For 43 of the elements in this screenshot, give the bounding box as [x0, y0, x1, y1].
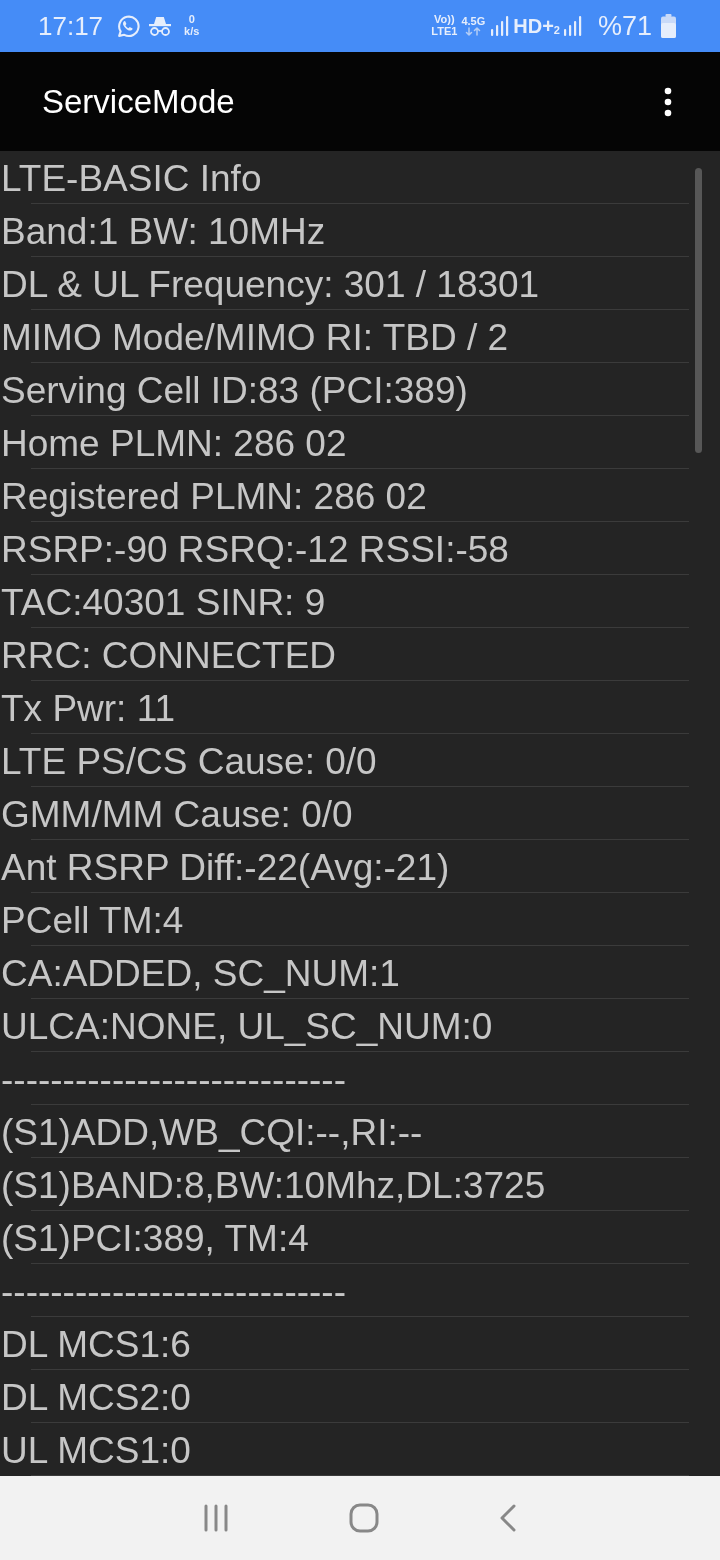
volte-indicator: Vo)) — [434, 14, 455, 26]
battery-icon — [661, 14, 676, 38]
info-text: CA:ADDED, SC_NUM:1 — [0, 952, 400, 996]
recent-apps-button[interactable] — [203, 1504, 229, 1532]
info-text: ---------------------------- — [0, 1270, 346, 1314]
info-text: Registered PLMN: 286 02 — [0, 475, 427, 519]
info-text: Home PLMN: 286 02 — [0, 422, 347, 466]
info-text: MIMO Mode/MIMO RI: TBD / 2 — [0, 316, 509, 360]
info-text: ULCA:NONE, UL_SC_NUM:0 — [0, 1005, 493, 1049]
info-text: ---------------------------- — [0, 1058, 346, 1102]
home-button[interactable] — [349, 1503, 379, 1533]
data-arrows-icon — [465, 27, 482, 37]
info-text: DL & UL Frequency: 301 / 18301 — [0, 263, 540, 307]
info-text: Serving Cell ID:83 (PCI:389) — [0, 369, 468, 413]
lte-indicator: LTE1 — [431, 26, 458, 38]
battery-percent: %71 — [597, 12, 652, 40]
info-text: Tx Pwr: 11 — [0, 687, 176, 731]
info-text: DL MCS1:6 — [0, 1323, 191, 1367]
signal-icon — [563, 16, 582, 36]
back-button[interactable] — [499, 1504, 517, 1532]
clock-time: 17:17 — [38, 13, 104, 39]
net-speed-unit: k/s — [184, 26, 200, 38]
info-text: DL MCS2:0 — [0, 1376, 191, 1420]
more-options-icon — [664, 86, 672, 117]
info-text: LTE-BASIC Info — [0, 157, 262, 201]
info-text: (S1)BAND:8,BW:10Mhz,DL:3725 — [0, 1164, 546, 1208]
info-text: TAC:40301 SINR: 9 — [0, 581, 326, 625]
signal-icon — [491, 16, 510, 36]
chat-bubble-icon — [115, 13, 141, 39]
info-text: RSRP:-90 RSRQ:-12 RSSI:-58 — [0, 528, 509, 572]
info-text: Ant RSRP Diff:-22(Avg:-21) — [0, 846, 450, 890]
hat-glasses-icon — [148, 15, 173, 37]
info-text: LTE PS/CS Cause: 0/0 — [0, 740, 377, 784]
app-title: ServiceMode — [42, 81, 235, 122]
info-text: PCell TM:4 — [0, 899, 184, 943]
info-text: UL MCS1:0 — [0, 1429, 191, 1473]
info-text: GMM/MM Cause: 0/0 — [0, 793, 353, 837]
info-text: (S1)PCI:389, TM:4 — [0, 1217, 309, 1261]
info-text: RRC: CONNECTED — [0, 634, 337, 678]
net-speed-value: 0 — [188, 14, 195, 26]
network-type: 4.5G — [461, 15, 486, 28]
info-text: Band:1 BW: 10MHz — [0, 210, 326, 254]
info-text: (S1)ADD,WB_CQI:--,RI:-- — [0, 1111, 423, 1155]
